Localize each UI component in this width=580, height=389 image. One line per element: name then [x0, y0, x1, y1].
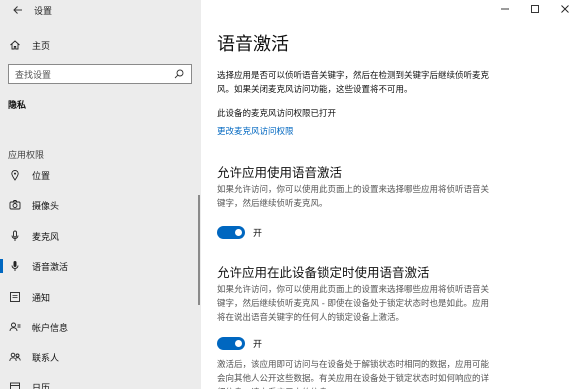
sidebar-item-contacts[interactable]: 联系人	[0, 346, 201, 368]
change-mic-access-link[interactable]: 更改麦克风访问权限	[217, 125, 294, 137]
search-input[interactable]: 查找设置	[8, 64, 192, 84]
sidebar-scrollbar[interactable]	[198, 195, 200, 305]
calendar-icon	[8, 380, 22, 389]
home-icon	[8, 38, 22, 52]
location-icon	[8, 168, 22, 182]
toggle-knob	[235, 340, 242, 347]
notification-icon	[8, 290, 22, 304]
voice-activation-toggle-row: 开	[217, 226, 262, 239]
locked-voice-activation-toggle-row: 开	[217, 337, 262, 350]
sidebar-item-label: 通知	[32, 293, 51, 304]
account-info-icon	[8, 320, 22, 334]
search-placeholder: 查找设置	[15, 70, 52, 81]
microphone-icon	[8, 229, 22, 243]
sidebar-item-home[interactable]: 主页	[0, 36, 201, 54]
section-description: 如果允许访问，你可以使用此页面上的设置来选择哪些应用将侦听语音关键字，然后继续侦…	[217, 185, 490, 209]
section-heading: 隐私	[8, 101, 27, 111]
toggle-state-label: 开	[253, 229, 263, 239]
toggle-knob	[235, 229, 242, 236]
group-heading: 应用权限	[8, 151, 45, 161]
sidebar-item-label: 摄像头	[32, 201, 60, 212]
footer-text: 激活后，该应用即可访问与在设备处于解锁状态时相同的数据，应用可能会向其他人公开这…	[217, 360, 490, 389]
close-icon	[561, 5, 569, 13]
minimize-icon	[501, 8, 509, 10]
sidebar-item-camera[interactable]: 摄像头	[0, 194, 201, 216]
main-content: 语音激活 选择应用是否可以侦听语音关键字，然后在检测到关键字后继续侦听麦克风。如…	[201, 0, 580, 389]
mic-status-text: 此设备的麦克风访问权限已打开	[217, 109, 337, 119]
page-title: 语音激活	[217, 34, 289, 55]
title-bar-left: 设置	[0, 0, 201, 20]
sidebar-item-label: 主页	[32, 41, 51, 52]
sidebar-item-label: 麦克风	[32, 232, 60, 243]
locked-voice-activation-toggle[interactable]	[217, 337, 245, 350]
maximize-icon	[531, 5, 539, 13]
contacts-icon	[8, 350, 22, 364]
sidebar-item-location[interactable]: 位置	[0, 164, 201, 186]
camera-icon	[8, 198, 22, 212]
voice-activation-toggle[interactable]	[217, 226, 245, 239]
section-heading-locked-voice-activation: 允许应用在此设备锁定时使用语音激活	[217, 265, 430, 280]
sidebar-item-label: 位置	[32, 171, 51, 182]
back-button[interactable]	[6, 0, 30, 20]
back-arrow-icon	[13, 6, 22, 14]
sidebar-item-label: 日历	[32, 383, 51, 389]
toggle-state-label: 开	[253, 340, 263, 350]
sidebar-item-voice-activation[interactable]: 语音激活	[0, 255, 201, 277]
sidebar-item-account-info[interactable]: 帐户信息	[0, 316, 201, 338]
sidebar-item-label: 联系人	[32, 353, 60, 364]
intro-text: 选择应用是否可以侦听语音关键字，然后在检测到关键字后继续侦听麦克风。如果关闭麦克…	[217, 71, 490, 95]
close-button[interactable]	[550, 0, 580, 18]
search-icon[interactable]	[171, 66, 187, 82]
sidebar-item-label: 语音激活	[32, 262, 69, 273]
sidebar-item-microphone[interactable]: 麦克风	[0, 225, 201, 247]
sidebar-item-calendar[interactable]: 日历	[0, 376, 201, 389]
section-description: 如果允许访问，你可以使用此页面上的设置来选择哪些应用将侦听语音关键字，然后继续侦…	[217, 285, 490, 323]
app-title: 设置	[34, 6, 53, 17]
maximize-button[interactable]	[520, 0, 550, 18]
section-heading-voice-activation: 允许应用使用语音激活	[217, 165, 343, 180]
minimize-button[interactable]	[490, 0, 520, 18]
sidebar: 设置 主页 查找设置 隐私 应用权限 位置 摄像头 麦克风 语音激活 通知 帐户…	[0, 0, 201, 389]
window-controls	[490, 0, 580, 18]
sidebar-item-notifications[interactable]: 通知	[0, 286, 201, 308]
sidebar-item-label: 帐户信息	[32, 323, 69, 334]
voice-activation-icon	[8, 259, 22, 273]
